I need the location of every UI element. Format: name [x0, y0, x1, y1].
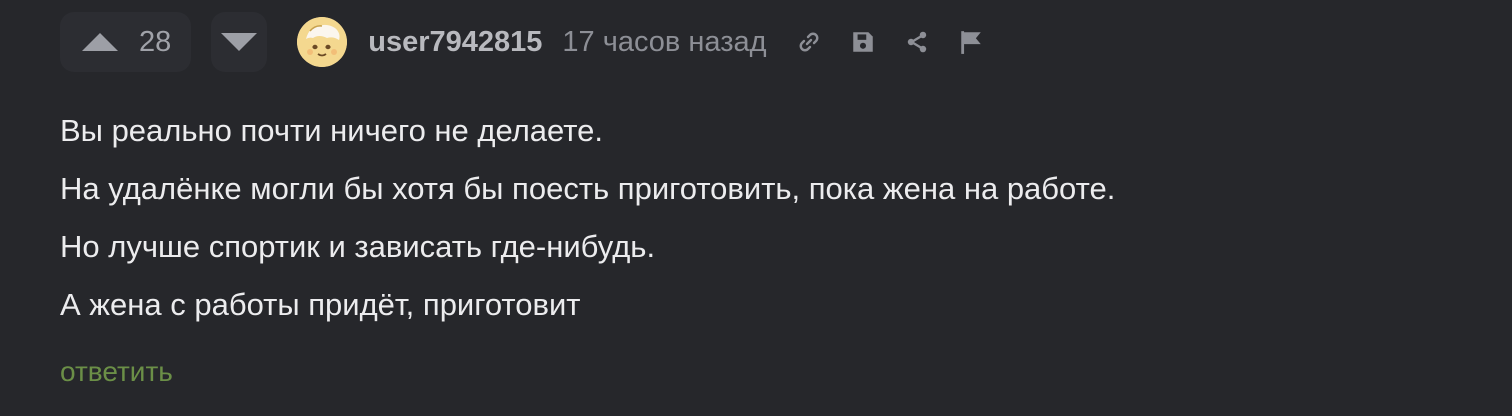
avatar[interactable] [297, 17, 348, 67]
comment-body: Вы реально почти ничего не делаете. На у… [60, 102, 1460, 334]
flag-icon[interactable] [957, 28, 985, 56]
comment-timestamp[interactable]: 17 часов назад [562, 26, 766, 59]
comment-text-line: Вы реально почти ничего не делаете. [60, 113, 603, 148]
username-link[interactable]: user7942815 [368, 26, 542, 59]
comment-text-line: На удалёнке могли бы хотя бы поесть приг… [60, 171, 1116, 206]
share-icon[interactable] [903, 28, 931, 56]
comment-text-line: Но лучше спортик и зависать где-нибудь. [60, 229, 656, 264]
upvote-button[interactable]: 28 [60, 12, 192, 72]
comment-header: 28 user7942815 17 часов назад [60, 12, 1460, 72]
save-icon[interactable] [849, 28, 877, 56]
link-icon[interactable] [795, 28, 823, 56]
arrow-up-icon [82, 33, 118, 51]
comment-actions [795, 28, 1011, 56]
comment-text-line: А жена с работы придёт, приготовит [60, 287, 581, 322]
arrow-down-icon [221, 33, 258, 51]
comment: 28 user7942815 17 часов назад Вы реально… [60, 12, 1460, 388]
rating-count: 28 [139, 25, 172, 58]
avatar-image [297, 17, 348, 67]
downvote-button[interactable] [211, 12, 268, 72]
reply-link[interactable]: ответить [60, 356, 173, 388]
